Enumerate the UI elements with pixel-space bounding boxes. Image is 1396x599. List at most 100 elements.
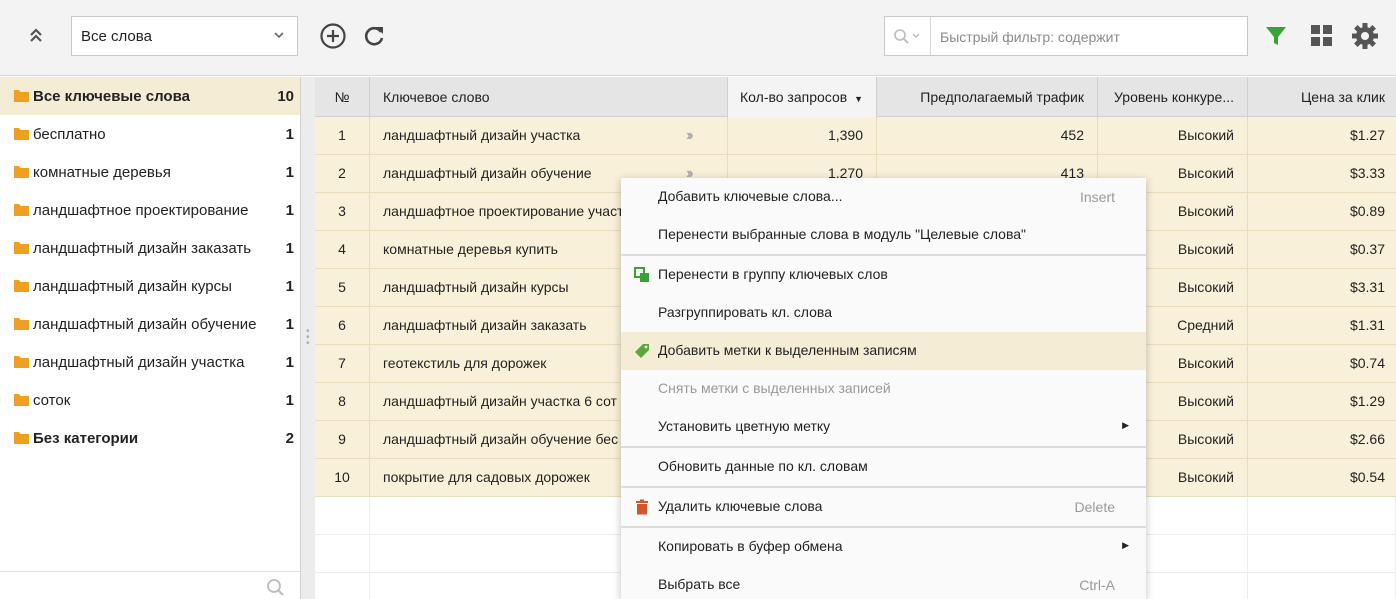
cell-num: 3	[315, 193, 370, 231]
plus-circle-icon[interactable]	[319, 22, 347, 50]
sidebar-item-count: 1	[285, 240, 294, 257]
col-requests-label: Кол-во запросов	[740, 89, 848, 105]
menu-color-tag[interactable]: Установить цветную метку ▶	[621, 408, 1146, 446]
col-num[interactable]: №	[315, 77, 370, 117]
folder-icon	[14, 165, 29, 178]
sidebar-item-label: Все ключевые слова	[33, 88, 190, 105]
cell-price: $0.54	[1349, 469, 1385, 485]
sidebar-item-count: 2	[285, 430, 294, 447]
sidebar-item-count: 1	[285, 164, 294, 181]
tag-icon	[634, 343, 650, 359]
empty-cell	[315, 535, 370, 573]
empty-cell	[1248, 573, 1396, 599]
chevrons-right-icon[interactable]: ››	[686, 117, 693, 154]
dropdown-value: Все слова	[81, 28, 152, 45]
sidebar-item[interactable]: Без категории 2	[0, 419, 300, 457]
refresh-icon[interactable]	[360, 22, 388, 50]
menu-copy[interactable]: Копировать в буфер обмена ▶	[621, 528, 1146, 566]
cell-price: $2.66	[1349, 431, 1385, 447]
folder-icon	[14, 241, 29, 254]
quick-filter[interactable]: Быстрый фильтр: содержит	[884, 16, 1248, 56]
menu-add-keywords[interactable]: Добавить ключевые слова... Insert	[621, 178, 1146, 216]
submenu-arrow-icon: ▶	[1122, 420, 1129, 430]
sidebar-item[interactable]: бесплатно 1	[0, 115, 300, 153]
menu-add-tags[interactable]: Добавить метки к выделенным записям	[621, 332, 1146, 370]
col-price[interactable]: Цена за клик	[1248, 77, 1396, 117]
search-dropdown[interactable]	[885, 17, 931, 55]
menu-select-all[interactable]: Выбрать все Ctrl-A	[621, 566, 1146, 599]
menu-label: Перенести в группу ключевых слов	[658, 266, 888, 282]
cell-num: 4	[315, 231, 370, 269]
cell-num: 7	[315, 345, 370, 383]
menu-label: Удалить ключевые слова	[658, 498, 823, 514]
menu-delete[interactable]: Удалить ключевые слова Delete	[621, 488, 1146, 526]
menu-label: Разгруппировать кл. слова	[658, 304, 832, 320]
folder-icon	[14, 355, 29, 368]
sidebar-item[interactable]: ландшафтный дизайн заказать 1	[0, 229, 300, 267]
cell-num: 9	[315, 421, 370, 459]
col-traffic[interactable]: Предполагаемый трафик	[877, 77, 1098, 117]
menu-update-data[interactable]: Обновить данные по кл. словам	[621, 448, 1146, 486]
move-group-icon	[634, 267, 650, 283]
cell-num: 10	[315, 459, 370, 497]
cell-num: 1	[315, 117, 370, 155]
cell-num: 8	[315, 383, 370, 421]
filter-input[interactable]: Быстрый фильтр: содержит	[940, 29, 1120, 45]
table-header: № Ключевое слово Кол-во запросов ▼ Предп…	[315, 77, 1396, 117]
sort-desc-icon: ▼	[854, 94, 863, 104]
empty-cell	[315, 497, 370, 535]
sidebar-item[interactable]: соток 1	[0, 381, 300, 419]
menu-label: Перенести выбранные слова в модуль "Целе…	[658, 226, 1026, 242]
col-competition[interactable]: Уровень конкуре...	[1098, 77, 1248, 117]
cell-price: $3.31	[1349, 279, 1385, 295]
sidebar-item-count: 1	[285, 354, 294, 371]
chevrons-up-icon[interactable]	[24, 24, 48, 48]
menu-label: Выбрать все	[658, 576, 741, 592]
menu-label: Снять метки с выделенных записей	[658, 380, 891, 396]
menu-label: Обновить данные по кл. словам	[658, 458, 868, 474]
grip-icon: • • •	[306, 326, 310, 349]
cell-num: 5	[315, 269, 370, 307]
sidebar-item-label: ландшафтный дизайн заказать	[33, 240, 252, 257]
cell-num: 6	[315, 307, 370, 345]
cell-num: 2	[315, 155, 370, 193]
menu-move-to-target[interactable]: Перенести выбранные слова в модуль "Целе…	[621, 216, 1146, 254]
context-menu: Добавить ключевые слова... Insert Перене…	[621, 178, 1146, 599]
cell-competition: Высокий	[1098, 117, 1248, 155]
sidebar-item[interactable]: ландшафтный дизайн курсы 1	[0, 267, 300, 305]
sidebar-item-label: соток	[33, 392, 71, 409]
search-icon[interactable]	[266, 578, 286, 599]
menu-label: Установить цветную метку	[658, 418, 831, 434]
sidebar-item[interactable]: комнатные деревья 1	[0, 153, 300, 191]
sidebar-item-label: комнатные деревья	[33, 164, 171, 181]
sidebar-item-count: 1	[285, 316, 294, 333]
folder-icon	[14, 317, 29, 330]
menu-label: Копировать в буфер обмена	[658, 538, 843, 554]
sidebar-item[interactable]: ландшафтный дизайн участка 1	[0, 343, 300, 381]
col-requests[interactable]: Кол-во запросов ▼	[728, 77, 877, 117]
sidebar-item[interactable]: ландшафтный дизайн обучение 1	[0, 305, 300, 343]
folder-icon	[14, 431, 29, 444]
menu-ungroup[interactable]: Разгруппировать кл. слова	[621, 294, 1146, 332]
panel-splitter[interactable]: • • •	[301, 77, 315, 599]
menu-remove-tags[interactable]: Снять метки с выделенных записей	[621, 370, 1146, 408]
gear-icon[interactable]	[1351, 22, 1379, 50]
funnel-icon[interactable]	[1262, 22, 1290, 50]
menu-label: Добавить ключевые слова...	[658, 188, 843, 204]
col-keyword[interactable]: Ключевое слово	[370, 77, 728, 117]
menu-move-to-group[interactable]: Перенести в группу ключевых слов	[621, 256, 1146, 294]
sidebar-item[interactable]: ландшафтное проектирование 1	[0, 191, 300, 229]
folder-icon	[14, 203, 29, 216]
sidebar-item-count: 1	[285, 278, 294, 295]
folder-icon	[14, 127, 29, 140]
word-set-dropdown[interactable]: Все слова	[71, 16, 298, 56]
keyword-groups-sidebar: Все ключевые слова 10 бесплатно 1 комнатные …	[0, 77, 301, 599]
folder-icon	[14, 279, 29, 292]
sidebar-item-label: ландшафтный дизайн обучение	[33, 316, 257, 333]
empty-cell	[1248, 497, 1396, 535]
sidebar-item[interactable]: Все ключевые слова 10	[0, 77, 300, 115]
grid-icon[interactable]	[1308, 22, 1336, 50]
cell-price: $1.31	[1349, 317, 1385, 333]
folder-icon	[14, 393, 29, 406]
table-row[interactable]: 1 ландшафтный дизайн участка 1,390 452 Высок…	[315, 117, 1396, 155]
